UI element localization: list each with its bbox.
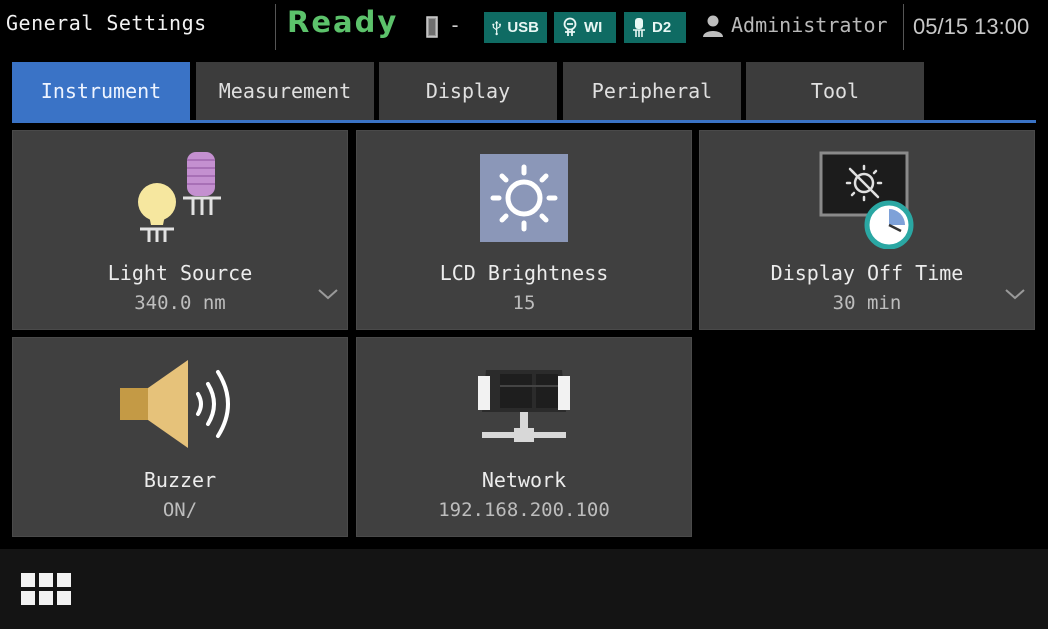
light-source-value: 340.0 nm xyxy=(134,292,226,314)
brightness-icon xyxy=(480,154,568,242)
buzzer-value: ON/ xyxy=(162,499,198,521)
tab-measurement[interactable]: Measurement xyxy=(196,62,374,120)
tab-instrument[interactable]: Instrument xyxy=(12,62,190,120)
network-tile[interactable]: Network 192.168.200.100 xyxy=(356,337,692,537)
status-bar: General Settings Ready - USB WI D2 Admin… xyxy=(0,0,1048,52)
usb-status-badge: USB xyxy=(484,12,547,43)
buzzer-tile[interactable]: Buzzer ON/ xyxy=(12,337,348,537)
tab-bar: Instrument Measurement Display Periphera… xyxy=(12,62,1036,122)
lamp-icon xyxy=(563,17,577,36)
chevron-down-icon[interactable] xyxy=(1004,287,1026,301)
light-source-label: Light Source xyxy=(107,261,253,285)
lcd-brightness-label: LCD Brightness xyxy=(439,261,609,285)
tab-display[interactable]: Display xyxy=(379,62,557,120)
display-off-timer-icon xyxy=(819,151,914,249)
tab-tool[interactable]: Tool xyxy=(746,62,924,120)
tab-peripheral[interactable]: Peripheral xyxy=(563,62,741,120)
page-title: General Settings xyxy=(6,11,207,35)
network-value: 192.168.200.100 xyxy=(438,499,610,521)
lamp-state-value: - xyxy=(449,13,462,37)
user-name[interactable]: Administrator xyxy=(731,13,888,37)
light-source-tile[interactable]: Light Source 340.0 nm xyxy=(12,130,348,330)
status-text: Ready xyxy=(287,5,399,39)
display-off-time-value: 30 min xyxy=(832,292,902,314)
d2-label: D2 xyxy=(652,19,672,36)
usb-label: USB xyxy=(507,19,539,36)
lamp-state-icon xyxy=(426,16,438,38)
lcd-brightness-tile[interactable]: LCD Brightness 15 xyxy=(356,130,692,330)
wi-lamp-badge: WI xyxy=(554,12,616,43)
divider xyxy=(903,4,904,50)
display-off-time-tile[interactable]: Display Off Time 30 min xyxy=(699,130,1035,330)
wi-label: WI xyxy=(584,19,603,36)
buzzer-label: Buzzer xyxy=(143,468,217,492)
chevron-down-icon[interactable] xyxy=(317,287,339,301)
lamp-icon xyxy=(633,17,645,37)
date-time: 05/15 13:00 xyxy=(913,14,1030,39)
tab-underline xyxy=(12,120,1036,123)
d2-lamp-badge: D2 xyxy=(624,12,686,43)
light-source-icon xyxy=(138,152,221,242)
usb-icon xyxy=(492,20,501,35)
divider xyxy=(275,4,276,50)
bottom-bar xyxy=(0,549,1048,629)
network-icon xyxy=(478,370,570,442)
speaker-icon xyxy=(120,360,230,448)
network-label: Network xyxy=(481,468,567,492)
display-off-time-label: Display Off Time xyxy=(770,261,964,285)
user-icon xyxy=(703,15,723,37)
grid-icon[interactable] xyxy=(21,573,71,605)
lcd-brightness-value: 15 xyxy=(512,292,536,314)
